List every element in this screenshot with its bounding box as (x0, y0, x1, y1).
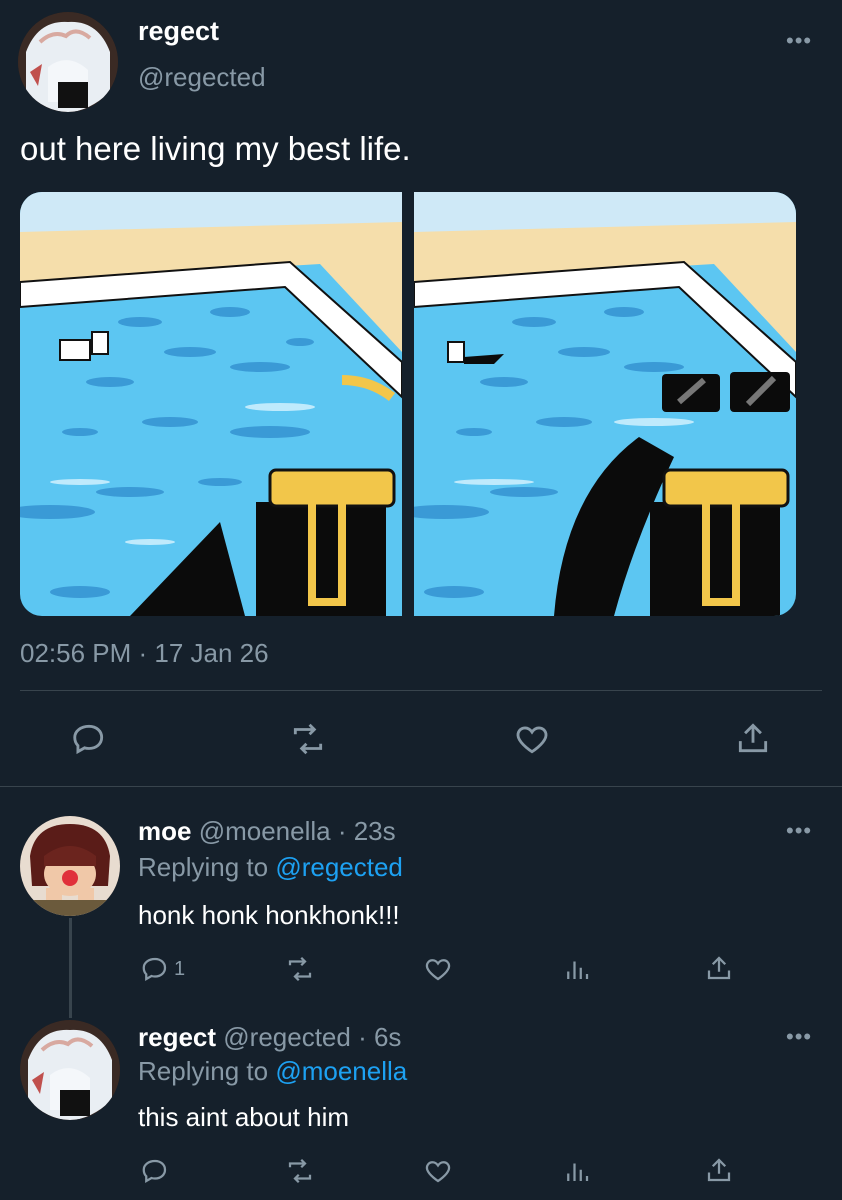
reply-icon (142, 957, 167, 981)
reply-more-button[interactable]: ••• (786, 818, 812, 844)
divider (20, 690, 822, 691)
reply-header: moe @moenella · 23s (138, 816, 396, 847)
like-icon (425, 1161, 451, 1183)
reply-like-button[interactable] (422, 1156, 454, 1186)
more-icon: ••• (786, 28, 813, 53)
replying-mention[interactable]: @regected (275, 852, 403, 882)
replying-to: Replying to @regected (138, 852, 403, 883)
reply-reply-button[interactable] (140, 1156, 170, 1186)
media-panel-2[interactable] (414, 192, 796, 616)
reply-author-handle[interactable]: @regected (223, 1022, 351, 1052)
reply-text: honk honk honkhonk!!! (138, 900, 400, 930)
reply-author-handle[interactable]: @moenella (199, 816, 331, 846)
reply-author-name[interactable]: moe (138, 816, 191, 846)
like-icon (425, 959, 451, 981)
replying-mention[interactable]: @moenella (275, 1056, 407, 1086)
reply-age[interactable]: · 6s (358, 1022, 401, 1052)
share-icon (707, 956, 731, 980)
reply-more-button[interactable]: ••• (786, 1024, 812, 1050)
replying-label: Replying to (138, 852, 269, 882)
share-icon (738, 723, 768, 753)
more-options-button[interactable]: ••• (786, 28, 812, 54)
retweet-button[interactable] (288, 720, 328, 758)
author-handle[interactable]: @regected (138, 62, 266, 93)
tweet-media[interactable] (20, 192, 796, 616)
reply-analytics-button[interactable] (562, 954, 592, 984)
more-icon: ••• (786, 818, 813, 843)
section-divider (0, 786, 842, 787)
reply-icon (142, 1159, 167, 1183)
reply-avatar-moe[interactable] (20, 816, 120, 916)
reply-share-button[interactable] (704, 952, 734, 984)
retweet-icon (288, 1158, 312, 1184)
author-avatar[interactable] (18, 12, 118, 112)
reply-button[interactable] (70, 720, 108, 758)
reply-author-name[interactable]: regect (138, 1022, 216, 1052)
reply-icon (73, 724, 104, 755)
reply-retweet-button[interactable] (284, 954, 316, 984)
reply-count: 1 (174, 957, 186, 980)
more-icon: ••• (786, 1024, 813, 1049)
reply-analytics-button[interactable] (562, 1156, 592, 1186)
like-button[interactable] (512, 720, 552, 758)
like-icon (516, 726, 548, 754)
reply-share-button[interactable] (704, 1154, 734, 1186)
reply-avatar-regect[interactable] (20, 1020, 120, 1120)
media-panel-1[interactable] (20, 192, 402, 616)
retweet-icon (293, 723, 323, 755)
reply-text: this aint about him (138, 1102, 350, 1132)
replying-to: Replying to @moenella (138, 1056, 407, 1087)
tweet-timestamp[interactable]: 02:56 PM · 17 Jan 26 (20, 638, 269, 669)
reply-age[interactable]: · 23s (338, 816, 396, 846)
share-icon (707, 1158, 731, 1182)
reply-retweet-button[interactable] (284, 1156, 316, 1186)
reply-reply-button[interactable]: 1 (140, 954, 185, 984)
author-name[interactable]: regect (138, 16, 219, 47)
analytics-icon (567, 961, 589, 979)
retweet-icon (288, 956, 312, 982)
reply-header: regect @regected · 6s (138, 1022, 401, 1053)
share-button[interactable] (734, 718, 772, 758)
analytics-icon (567, 1163, 589, 1181)
reply-like-button[interactable] (422, 954, 454, 984)
replying-label: Replying to (138, 1056, 269, 1086)
thread-connector (69, 918, 72, 1018)
tweet-text: out here living my best life. (20, 130, 411, 167)
